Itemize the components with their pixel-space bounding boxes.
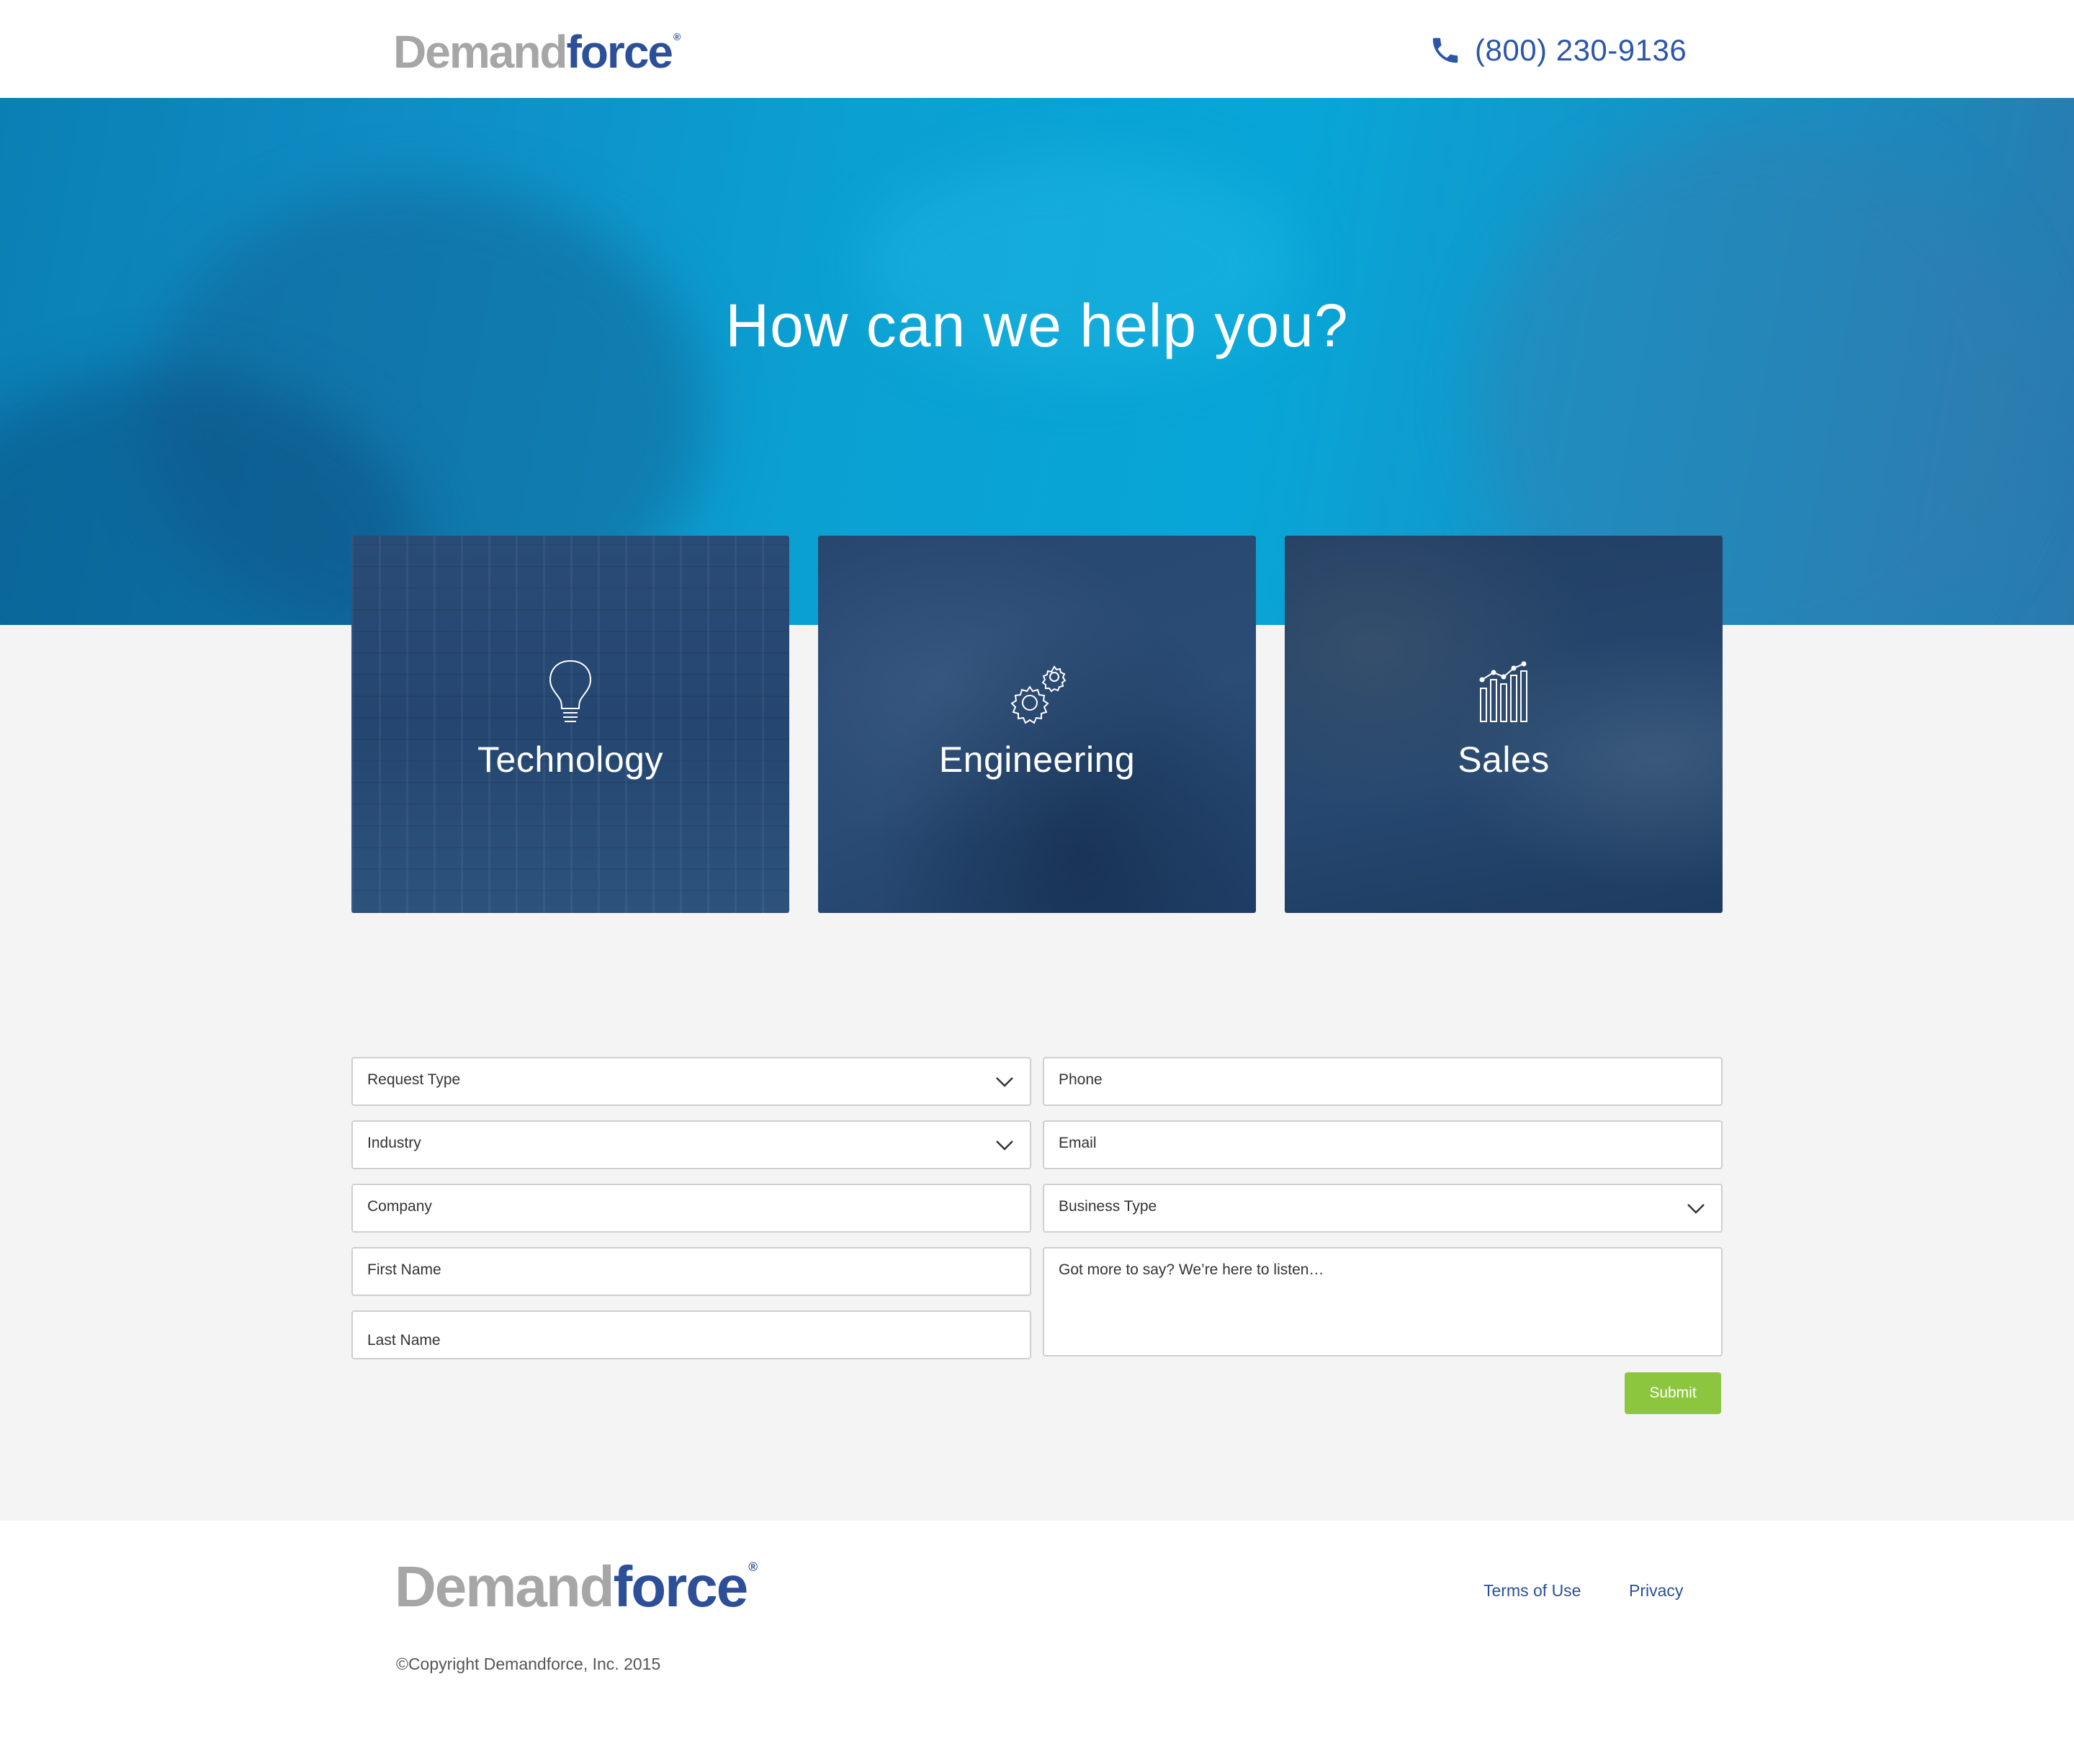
logo-registered-mark: ® [748, 1560, 758, 1574]
bar-chart-icon [1479, 661, 1527, 722]
first-name-field[interactable]: First Name [351, 1247, 1031, 1296]
email-field[interactable]: Email [1043, 1120, 1723, 1169]
request-type-label: Request Type [367, 1071, 461, 1088]
request-type-select[interactable]: Request Type [351, 1057, 1031, 1106]
gears-icon [1010, 665, 1067, 724]
card-label: Engineering [938, 739, 1136, 780]
last-name-placeholder: Last Name [367, 1332, 441, 1349]
phone-number: (800) 230-9136 [1475, 33, 1687, 67]
card-label: Technology [477, 739, 663, 780]
industry-select[interactable]: Industry [351, 1120, 1031, 1169]
logo-demand-text: Demand [393, 26, 567, 78]
logo-force-text: force [613, 1554, 749, 1619]
lightbulb-icon [549, 660, 592, 722]
logo-demand-text: Demand [395, 1554, 615, 1619]
phone-field[interactable]: Phone [1043, 1057, 1723, 1106]
message-textarea[interactable]: Got more to say? We’re here to listen… [1043, 1247, 1723, 1356]
copyright-text: ©Copyright Demandforce, Inc. 2015 [396, 1655, 661, 1673]
company-placeholder: Company [367, 1198, 432, 1215]
footer-demandforce-logo[interactable]: Demandforce ® [395, 1558, 758, 1616]
submit-button[interactable]: Submit [1625, 1372, 1721, 1414]
card-technology[interactable]: Technology [351, 536, 789, 913]
chevron-down-icon [996, 1140, 1013, 1151]
message-placeholder: Got more to say? We’re here to listen… [1059, 1261, 1324, 1278]
company-field[interactable]: Company [351, 1184, 1031, 1233]
email-placeholder: Email [1059, 1135, 1097, 1151]
last-name-field[interactable]: Last Name [351, 1310, 1031, 1359]
logo-force-text: force [566, 26, 673, 78]
phone-placeholder: Phone [1059, 1071, 1103, 1088]
business-type-label: Business Type [1059, 1198, 1157, 1215]
card-label: Sales [1458, 739, 1550, 780]
terms-of-use-link[interactable]: Terms of Use [1483, 1581, 1581, 1601]
phone-icon [1432, 37, 1458, 63]
demandforce-logo[interactable]: Demandforce ® [393, 26, 681, 78]
chevron-down-icon [1687, 1204, 1705, 1214]
site-footer [0, 1521, 2074, 1764]
card-engineering[interactable]: Engineering [818, 536, 1256, 913]
hero-title: How can we help you? [725, 292, 1349, 359]
logo-registered-mark: ® [673, 31, 681, 42]
privacy-link[interactable]: Privacy [1629, 1581, 1683, 1601]
first-name-placeholder: First Name [367, 1261, 441, 1278]
business-type-select[interactable]: Business Type [1043, 1184, 1723, 1233]
chevron-down-icon [996, 1077, 1013, 1087]
header-phone-link[interactable]: (800) 230-9136 [1429, 30, 1687, 71]
card-sales[interactable]: Sales [1285, 536, 1723, 913]
site-header [0, 0, 2074, 98]
industry-label: Industry [367, 1135, 421, 1151]
